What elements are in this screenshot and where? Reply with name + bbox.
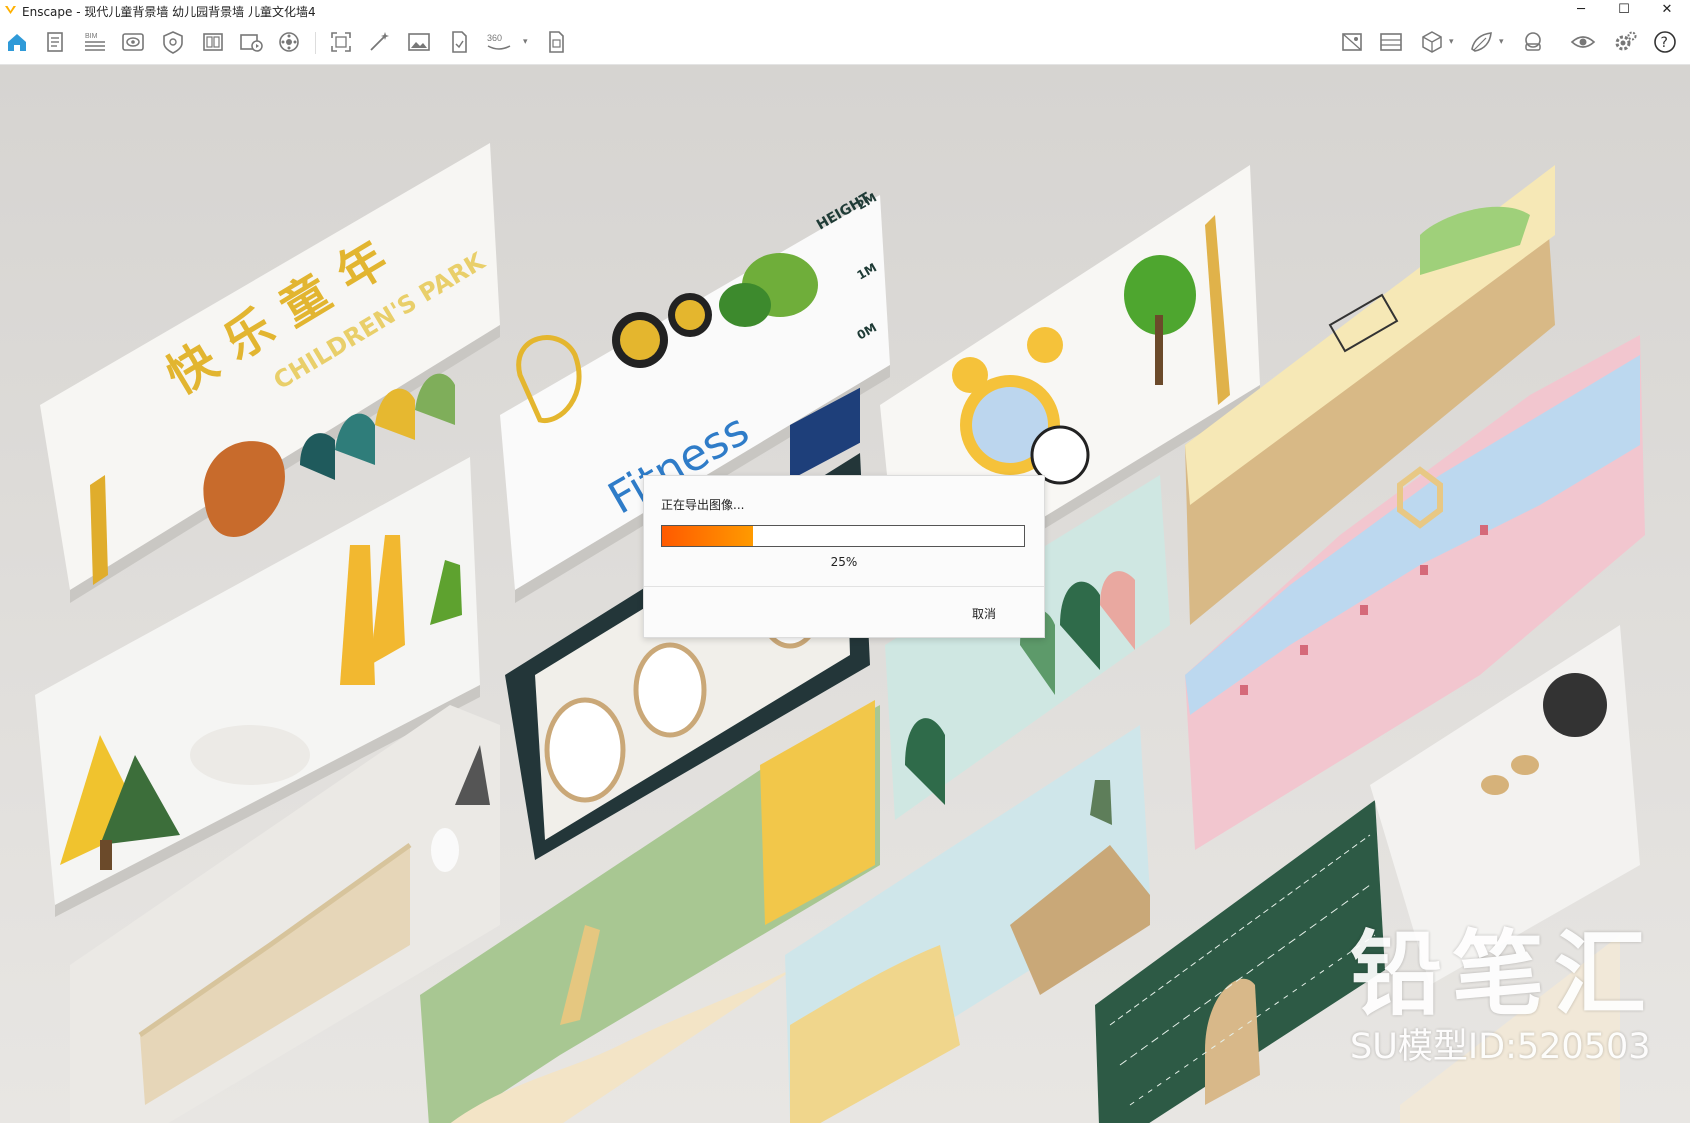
texture-icon[interactable] <box>1376 27 1406 57</box>
document-icon[interactable] <box>40 27 70 57</box>
home-icon[interactable] <box>2 27 32 57</box>
round-clock-shape <box>1543 673 1607 737</box>
brand-name: 铅笔汇 <box>1350 921 1657 1028</box>
chevron-down-icon[interactable]: ▾ <box>1499 37 1504 47</box>
toolbar: BIM 360 ▾ ▾ ▾ ? <box>0 20 1690 82</box>
eye-view-icon[interactable] <box>118 27 148 57</box>
atlas-icon[interactable] <box>1466 27 1496 57</box>
help-icon[interactable]: ? <box>1650 27 1680 57</box>
visibility-icon[interactable] <box>1568 27 1598 57</box>
panorama-360-icon[interactable]: 360 <box>484 27 514 57</box>
asset-library-icon[interactable] <box>198 27 228 57</box>
toolbar-divider <box>315 32 316 54</box>
progress-percent: 25% <box>830 555 858 569</box>
settings-icon[interactable] <box>1610 27 1640 57</box>
image-icon[interactable] <box>404 27 434 57</box>
cancel-button[interactable]: 取消 <box>972 605 996 622</box>
export-progress-bar <box>661 525 1025 547</box>
vr-headset-icon[interactable] <box>1518 27 1548 57</box>
maximize-button[interactable]: ☐ <box>1604 0 1644 20</box>
window-title: Enscape - 现代儿童背景墙 幼儿园背景墙 儿童文化墙4 <box>22 5 316 19</box>
pano-label: 360 <box>487 33 502 43</box>
close-button[interactable]: ✕ <box>1647 0 1687 20</box>
brand-watermark: 铅笔汇 SU模型ID:520503 <box>1350 925 1660 1105</box>
screenshot-icon[interactable] <box>326 27 356 57</box>
progress-fill <box>662 526 753 546</box>
bim-label: BIM <box>85 33 98 40</box>
video-editor-icon[interactable] <box>236 27 266 57</box>
sun-settings-icon[interactable] <box>274 27 304 57</box>
batch-export-icon[interactable] <box>542 27 572 57</box>
cube-icon[interactable] <box>1417 27 1447 57</box>
export-dialog: 正在导出图像... 25% 取消 <box>643 475 1045 638</box>
sync-icon[interactable] <box>1337 27 1367 57</box>
chevron-down-icon[interactable]: ▾ <box>523 37 528 47</box>
dialog-divider <box>644 586 1044 587</box>
bim-icon[interactable]: BIM <box>80 27 110 57</box>
export-file-icon[interactable] <box>444 27 474 57</box>
title-bar: Enscape - 现代儿童背景墙 幼儿园背景墙 儿童文化墙4 ─ ☐ ✕ <box>0 0 1690 20</box>
chevron-down-icon[interactable]: ▾ <box>1449 37 1454 47</box>
export-message: 正在导出图像... <box>661 498 745 512</box>
shield-icon[interactable] <box>158 27 188 57</box>
magic-wand-icon[interactable] <box>364 27 394 57</box>
svg-text:?: ? <box>1661 35 1668 51</box>
minimize-button[interactable]: ─ <box>1561 0 1601 20</box>
enscape-logo-icon <box>5 6 16 14</box>
giraffe-ruler-shape <box>90 475 108 585</box>
model-id: SU模型ID:520503 <box>1350 1027 1651 1067</box>
